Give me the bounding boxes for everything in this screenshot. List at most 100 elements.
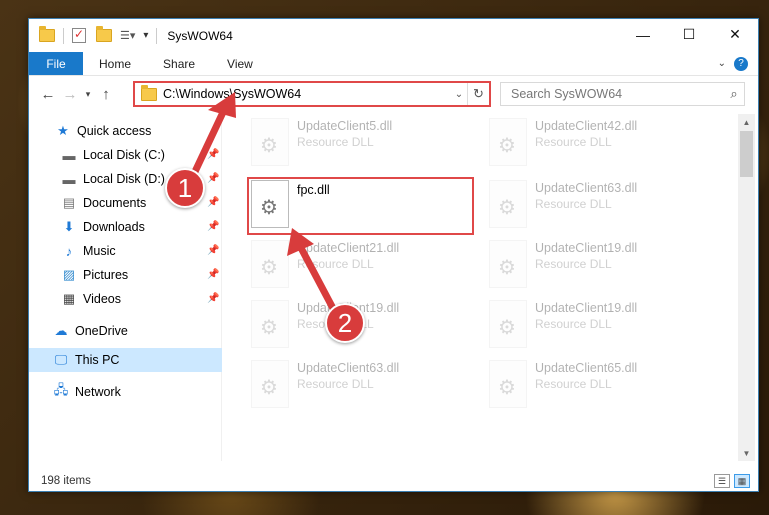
title-bar: ☰▾ ▾ SysWOW64 — ☐ ✕ xyxy=(29,19,758,52)
expand-ribbon-icon[interactable]: ⌄ xyxy=(718,58,726,69)
vertical-scrollbar[interactable]: ▲ ▼ xyxy=(738,114,755,461)
file-type: Resource DLL xyxy=(535,135,612,149)
refresh-icon[interactable]: ↻ xyxy=(467,83,489,105)
scroll-down-icon[interactable]: ▼ xyxy=(738,445,755,461)
up-button[interactable]: ↑ xyxy=(95,83,117,105)
file-name: UpdateClient21.dll xyxy=(297,241,400,255)
network-icon: 🖧 xyxy=(53,382,69,397)
file-item[interactable]: ⚙ UpdateClient19.dll Resource DLL xyxy=(251,300,481,356)
sidebar-item-label: This PC xyxy=(75,353,120,367)
ribbon-right: ⌄ ? xyxy=(718,52,758,75)
item-count: 198 items xyxy=(41,475,91,487)
quick-access-toolbar: ☰▾ ▾ xyxy=(29,26,161,44)
search-input[interactable] xyxy=(511,87,724,101)
file-type: Resource DLL xyxy=(535,377,612,391)
address-bar[interactable]: C:\Windows\SysWOW64 ⌄ ↻ xyxy=(133,81,491,107)
file-item[interactable]: ⚙ UpdateClient19.dll Resource DLL xyxy=(489,300,719,356)
tab-share[interactable]: Share xyxy=(147,52,211,75)
sidebar-item-this-pc[interactable]: 🖵 This PC xyxy=(53,349,120,371)
sidebar-item-label: Documents xyxy=(83,196,147,210)
step-1-badge: 1 xyxy=(165,168,205,208)
sidebar-item-music[interactable]: ♪ Music xyxy=(61,240,116,262)
toolbar-dropdown-icon[interactable]: ▾ xyxy=(143,30,148,41)
sidebar-item-label: Pictures xyxy=(83,268,129,282)
sidebar-item-quick-access[interactable]: ★ Quick access xyxy=(55,120,151,142)
search-icon[interactable]: ⌕ xyxy=(724,86,744,102)
pin-icon[interactable]: 📌 xyxy=(207,293,219,304)
customize-toolbar-icon[interactable]: ☰▾ xyxy=(120,29,135,42)
pin-icon[interactable]: 📌 xyxy=(207,221,219,232)
file-item[interactable]: ⚙ UpdateClient65.dll Resource DLL xyxy=(489,360,719,416)
highlight-box xyxy=(247,177,474,235)
dll-file-icon: ⚙ xyxy=(489,180,527,228)
file-type: Resource DLL xyxy=(297,377,374,391)
folder-icon[interactable] xyxy=(39,26,55,42)
back-button[interactable]: ← xyxy=(37,83,59,105)
file-name: UpdateClient5.dll xyxy=(297,119,393,133)
sidebar-item-onedrive[interactable]: ☁ OneDrive xyxy=(53,320,128,342)
navigation-pane: ★ Quick access ▬ Local Disk (C:) 📌 ▬ Loc… xyxy=(29,114,222,461)
tab-home[interactable]: Home xyxy=(83,52,147,75)
help-icon[interactable]: ? xyxy=(734,56,748,71)
sidebar-item-pictures[interactable]: ▨ Pictures xyxy=(61,264,128,286)
documents-icon: ▤ xyxy=(62,195,76,210)
file-type: Resource DLL xyxy=(535,257,612,271)
search-box[interactable]: ⌕ xyxy=(500,82,745,106)
address-path[interactable]: C:\Windows\SysWOW64 xyxy=(163,87,451,101)
file-list: ⚙ UpdateClient5.dll Resource DLL ⚙ Updat… xyxy=(223,114,738,461)
recent-locations-button[interactable]: ▾ xyxy=(81,83,95,105)
properties-icon[interactable] xyxy=(72,27,86,43)
sidebar-item-label: OneDrive xyxy=(75,324,128,338)
tab-view[interactable]: View xyxy=(211,52,269,75)
file-item[interactable]: ⚙ UpdateClient63.dll Resource DLL xyxy=(251,360,481,416)
details-view-icon[interactable]: ☰ xyxy=(714,474,730,488)
tab-file[interactable]: File xyxy=(29,52,83,75)
pictures-icon: ▨ xyxy=(62,267,76,282)
pin-icon[interactable]: 📌 xyxy=(207,149,219,160)
folder-icon xyxy=(141,84,157,101)
sidebar-item-local-disk-c[interactable]: ▬ Local Disk (C:) xyxy=(61,144,165,166)
pin-icon[interactable]: 📌 xyxy=(207,197,219,208)
file-item[interactable]: ⚙ UpdateClient63.dll Resource DLL xyxy=(489,180,719,236)
scroll-up-icon[interactable]: ▲ xyxy=(738,114,755,130)
dll-file-icon: ⚙ xyxy=(251,240,289,288)
maximize-button[interactable]: ☐ xyxy=(666,19,712,50)
file-name: UpdateClient63.dll xyxy=(535,181,638,195)
minimize-button[interactable]: — xyxy=(620,19,666,50)
sidebar-item-label: Quick access xyxy=(77,124,152,138)
sidebar-item-documents[interactable]: ▤ Documents xyxy=(61,192,146,214)
sidebar-item-label: Local Disk (C:) xyxy=(83,148,165,162)
file-item[interactable]: ⚙ UpdateClient5.dll Resource DLL xyxy=(251,118,481,174)
pin-icon[interactable]: 📌 xyxy=(207,269,219,280)
sidebar-item-network[interactable]: 🖧 Network xyxy=(53,381,121,403)
dll-file-icon: ⚙ xyxy=(251,300,289,348)
sidebar-item-label: Videos xyxy=(83,292,121,306)
status-bar: 198 items ☰ ▦ xyxy=(29,471,758,491)
forward-button[interactable]: → xyxy=(59,83,81,105)
sidebar-item-videos[interactable]: ▦ Videos xyxy=(61,288,121,310)
divider xyxy=(63,27,64,44)
file-name: UpdateClient63.dll xyxy=(297,361,400,375)
file-item[interactable]: ⚙ UpdateClient19.dll Resource DLL xyxy=(489,240,719,296)
pin-icon[interactable]: 📌 xyxy=(207,245,219,256)
sidebar-item-local-disk-d[interactable]: ▬ Local Disk (D:) xyxy=(61,168,165,190)
pin-icon[interactable]: 📌 xyxy=(207,173,219,184)
tiles-view-icon[interactable]: ▦ xyxy=(734,474,750,488)
sidebar-item-downloads[interactable]: ⬇ Downloads xyxy=(61,216,145,238)
dll-file-icon: ⚙ xyxy=(251,118,289,166)
dll-file-icon: ⚙ xyxy=(489,360,527,408)
dll-file-icon: ⚙ xyxy=(251,360,289,408)
window-title: SysWOW64 xyxy=(167,28,233,43)
address-dropdown-icon[interactable]: ⌄ xyxy=(451,89,467,100)
navigation-bar: ← → ▾ ↑ C:\Windows\SysWOW64 ⌄ ↻ ⌕ xyxy=(29,78,758,110)
computer-icon: 🖵 xyxy=(54,352,68,367)
file-item[interactable]: ⚙ UpdateClient42.dll Resource DLL xyxy=(489,118,719,174)
file-item[interactable]: ⚙ UpdateClient21.dll Resource DLL xyxy=(251,240,481,296)
drive-icon: ▬ xyxy=(62,147,76,163)
scrollbar-thumb[interactable] xyxy=(740,131,753,177)
close-button[interactable]: ✕ xyxy=(712,19,758,50)
divider xyxy=(156,27,158,44)
new-folder-icon[interactable] xyxy=(96,26,112,42)
step-2-badge: 2 xyxy=(325,303,365,343)
view-switcher: ☰ ▦ xyxy=(714,474,750,488)
